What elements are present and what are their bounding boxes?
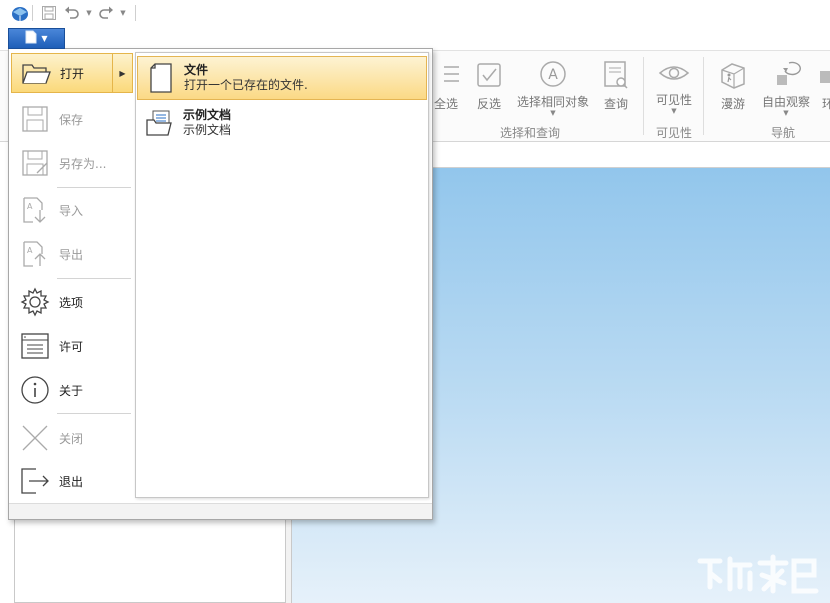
watermark-logo [694,551,820,597]
menu-item-import[interactable]: A 导入 [11,190,133,230]
application-menu: 打开 ▶ 保存 另存为... A 导入 A [8,48,433,520]
select-all-icon [431,59,461,91]
close-icon [11,418,59,458]
svg-text:A: A [27,246,33,255]
document-icon [138,56,184,100]
group-label-visibility: 可见性 [656,124,692,141]
submenu-item-sample-documents[interactable]: 示例文档 示例文档 [137,101,427,145]
dropdown-arrow-icon: ▼ [671,108,676,115]
gear-icon [11,282,59,322]
quick-save-icon[interactable] [40,3,58,23]
submenu-item-title: 示例文档 [183,108,231,123]
eye-icon [658,59,690,87]
invert-selection-icon [475,59,503,91]
submenu-arrow-icon[interactable]: ▶ [112,54,132,92]
menu-item-about[interactable]: 关于 [11,370,133,410]
import-icon: A [11,190,59,230]
application-menu-button[interactable]: ▼ [8,28,65,49]
menu-item-options[interactable]: 选项 [11,282,133,322]
menu-item-exit[interactable]: 退出 [11,461,133,501]
document-icon [25,30,37,47]
menu-item-close[interactable]: 关闭 [11,418,133,458]
select-same-button[interactable]: A 选择相同对象 ▼ [514,59,592,115]
sample-folder-icon [137,101,183,145]
dropdown-arrow-icon: ▼ [783,110,788,117]
open-submenu: 文件 打开一个已存在的文件. 示例文档 示例文档 [135,52,429,498]
license-window-icon [11,326,59,366]
menu-separator [57,187,131,188]
title-bar: ▼ ▼ [0,0,830,28]
group-label-navigation: 导航 [771,124,795,141]
info-icon [11,370,59,410]
chevron-down-icon: ▼ [41,34,47,43]
folder-open-icon [12,53,60,93]
query-icon [602,59,630,91]
walk-icon [718,59,748,91]
submenu-item-description: 示例文档 [183,123,231,138]
orbit-icon [771,59,801,89]
application-menu-commands: 打开 ▶ 保存 另存为... A 导入 A [9,49,135,503]
dropdown-arrow-icon: ▼ [550,110,555,117]
menu-separator [57,413,131,414]
svg-text:A: A [27,202,33,211]
ribbon-separator [643,57,644,135]
save-icon [11,99,59,139]
undo-dropdown-icon[interactable]: ▼ [84,3,94,23]
menu-item-save-as[interactable]: 另存为... [11,143,133,183]
menu-item-export[interactable]: A 导出 [11,234,133,274]
undo-icon[interactable] [62,3,82,23]
select-same-icon: A [538,59,568,89]
walk-button[interactable]: 漫游 [705,59,761,115]
invert-selection-button[interactable]: 反选 [461,59,517,115]
orbit-button[interactable]: 自由观察 ▼ [757,59,815,115]
menu-item-save[interactable]: 保存 [11,99,133,139]
submenu-item-open-file[interactable]: 文件 打开一个已存在的文件. [137,56,427,100]
submenu-item-description: 打开一个已存在的文件. [184,78,308,93]
export-icon: A [11,234,59,274]
cube-icon [812,59,830,91]
orbit-cube-button[interactable]: 环 [812,59,830,115]
query-button[interactable]: 查询 [588,59,644,115]
group-label-select-query: 选择和查询 [500,124,560,141]
ribbon-separator [703,57,704,135]
svg-text:A: A [548,67,558,83]
menu-item-license[interactable]: 许可 [11,326,133,366]
visibility-button[interactable]: 可见性 ▼ [646,59,702,115]
save-as-icon [11,143,59,183]
application-menu-footer [9,503,432,519]
redo-icon[interactable] [96,3,116,23]
app-logo-icon[interactable] [10,3,30,23]
exit-icon [11,461,59,501]
redo-dropdown-icon[interactable]: ▼ [118,3,128,23]
submenu-item-title: 文件 [184,63,308,78]
menu-item-open[interactable]: 打开 ▶ [11,53,133,93]
menu-separator [57,278,131,279]
